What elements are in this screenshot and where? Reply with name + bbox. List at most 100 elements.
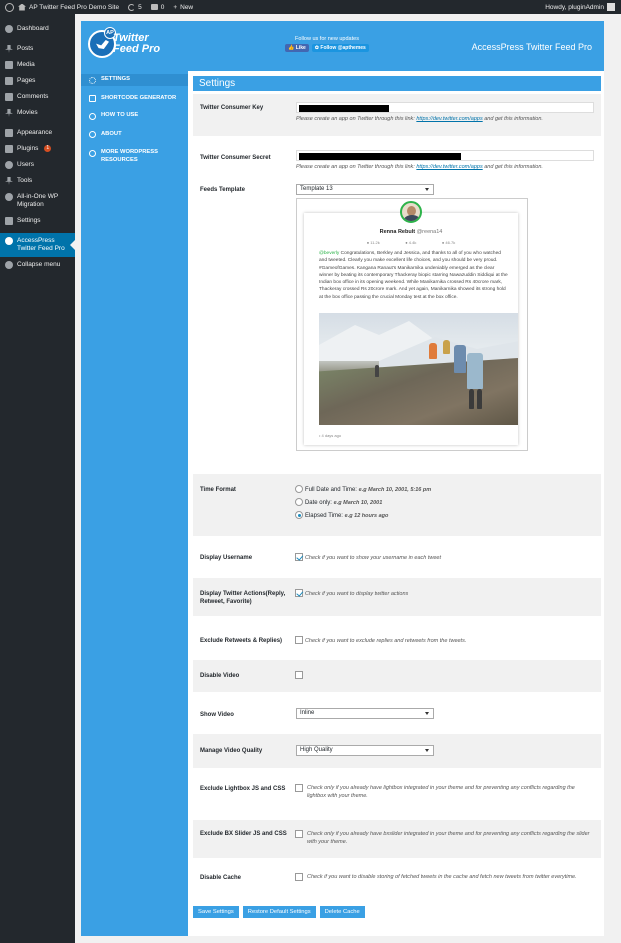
logo-text: Twitter Feed Pro xyxy=(113,33,160,55)
video-quality-select[interactable]: High Quality xyxy=(296,745,434,756)
time-option-elapsed[interactable]: Elapsed Time: e.g 12 hours ago xyxy=(295,511,431,524)
show-video-row: Show Video Inline xyxy=(193,700,601,730)
display-actions-label: Display Twitter Actions(Reply, Retweet, … xyxy=(200,591,286,605)
tab-label: Shortcode Generator xyxy=(101,94,177,101)
sidebar-item-appearance[interactable]: Appearance xyxy=(0,125,75,141)
comments-icon xyxy=(150,4,158,10)
consumer-secret-label: Twitter Consumer Secret xyxy=(200,155,271,161)
exclude-bxslider-checkbox[interactable] xyxy=(295,830,303,838)
site-name: AP Twitter Feed Pro Demo Site xyxy=(29,3,120,11)
sidebar-item-migration[interactable]: All-in-One WP Migration xyxy=(0,189,75,213)
tab-how-to-use[interactable]: How to use xyxy=(81,112,188,120)
exclude-retweets-checkbox[interactable] xyxy=(295,636,303,644)
facebook-like-button[interactable]: 👍 Like xyxy=(285,44,309,52)
sidebar-item-tools[interactable]: Tools xyxy=(0,173,75,189)
display-username-row: Display Username Check if you want to sh… xyxy=(193,544,601,574)
consumer-secret-input[interactable] xyxy=(296,150,594,161)
wordpress-logo-icon[interactable] xyxy=(0,0,18,14)
plugin-logo: AP Twitter Feed Pro xyxy=(88,27,168,66)
collapse-icon xyxy=(5,261,13,269)
disable-cache-row: Disable Cache Check if you want to disab… xyxy=(193,864,601,904)
sidebar-item-posts[interactable]: Posts xyxy=(0,41,75,57)
feeds-template-label: Feeds Template xyxy=(200,187,245,193)
sidebar-item-pages[interactable]: Pages xyxy=(0,73,75,89)
updates-icon xyxy=(128,3,136,11)
twitter-follow-button[interactable]: ✿ Follow @apthemes xyxy=(311,44,369,52)
tab-settings[interactable]: Settings xyxy=(81,74,188,86)
tab-more-resources[interactable]: More WordPress Resources xyxy=(81,149,188,164)
media-icon xyxy=(5,61,13,69)
sidebar-item-label: All-in-One WP Migration xyxy=(17,193,59,208)
new-content-link[interactable]: + New xyxy=(173,4,193,11)
display-username-checkbox[interactable] xyxy=(295,553,303,561)
sidebar-item-media[interactable]: Media xyxy=(0,57,75,73)
account-menu[interactable]: Howdy, pluginAdmin xyxy=(545,3,615,11)
redacted-value xyxy=(299,153,461,160)
sidebar-item-label: Comments xyxy=(17,93,49,100)
pin-icon xyxy=(5,45,13,53)
consumer-key-label: Twitter Consumer Key xyxy=(200,105,264,111)
avatar xyxy=(400,201,422,223)
consumer-key-row: Twitter Consumer Key Please create an ap… xyxy=(193,94,601,136)
consumer-key-hint: Please create an app on Twitter through … xyxy=(296,116,543,122)
disable-video-row: Disable Video xyxy=(193,660,601,692)
sidebar-item-label: Appearance xyxy=(17,129,53,136)
tweet-time: • 4 days ago xyxy=(319,433,342,438)
time-radio-elapsed[interactable] xyxy=(295,511,303,519)
admin-sidebar: Dashboard Posts Media Pages Comments Mov… xyxy=(0,14,75,943)
time-format-label: Time Format xyxy=(200,487,236,493)
sidebar-item-label: Plugins xyxy=(17,145,39,152)
exclude-lightbox-row: Exclude Lightbox JS and CSS Check only i… xyxy=(193,774,601,814)
redacted-value xyxy=(299,105,389,112)
sidebar-item-label: Posts xyxy=(17,45,34,52)
updates-link[interactable]: 5 xyxy=(128,3,142,11)
restore-defaults-button[interactable]: Restore Default Settings xyxy=(242,906,316,918)
disable-cache-checkbox[interactable] xyxy=(295,873,303,881)
disable-video-checkbox[interactable] xyxy=(295,671,303,679)
tab-label: How to use xyxy=(101,112,139,118)
sidebar-item-movies[interactable]: Movies xyxy=(0,105,75,121)
feeds-template-select[interactable]: Template 13 xyxy=(296,184,434,195)
time-radio-full[interactable] xyxy=(295,485,303,493)
sidebar-item-users[interactable]: Users xyxy=(0,157,75,173)
twitter-apps-link[interactable]: https://dev.twitter.com/apps xyxy=(416,164,482,170)
pages-icon xyxy=(5,77,13,85)
sidebar-item-plugins[interactable]: Plugins 1 xyxy=(0,141,75,157)
plugin-banner: AP Twitter Feed Pro Follow us for new up… xyxy=(81,21,604,71)
sidebar-item-comments[interactable]: Comments xyxy=(0,89,75,105)
site-name-link[interactable]: AP Twitter Feed Pro Demo Site xyxy=(18,3,120,11)
sidebar-item-twitter-feed-pro[interactable]: AccessPress Twitter Feed Pro xyxy=(0,233,75,257)
sidebar-item-label: Pages xyxy=(17,77,36,84)
tweet-photo xyxy=(319,313,518,425)
video-quality-row: Manage Video Quality High Quality xyxy=(193,734,601,768)
save-settings-button[interactable]: Save Settings xyxy=(193,906,239,918)
tools-icon xyxy=(5,177,13,185)
time-option-full[interactable]: Full Date and Time: e.g March 10, 2001, … xyxy=(295,485,431,498)
code-icon xyxy=(89,95,96,102)
consumer-secret-hint: Please create an app on Twitter through … xyxy=(296,164,543,170)
twitter-apps-link[interactable]: https://dev.twitter.com/apps xyxy=(416,116,482,122)
time-option-date[interactable]: Date only: e.g March 10, 2001 xyxy=(295,498,431,511)
tab-about[interactable]: About xyxy=(81,131,188,138)
show-video-select[interactable]: Inline xyxy=(296,708,434,719)
exclude-retweets-row: Exclude Retweets & Replies) Check if you… xyxy=(193,628,601,656)
template-preview: Renna Rebult @reena14 ● 11.2k ● 4.4k ● 4… xyxy=(296,198,528,451)
consumer-key-input[interactable] xyxy=(296,102,594,113)
sidebar-item-label: AccessPress Twitter Feed Pro xyxy=(17,237,65,252)
sidebar-item-label: Users xyxy=(17,161,34,168)
banner-title: AccessPress Twitter Feed Pro xyxy=(471,42,592,52)
delete-cache-button[interactable]: Delete Cache xyxy=(319,906,365,918)
exclude-lightbox-hint: Check only if you already have lightbox … xyxy=(307,785,575,799)
exclude-retweets-label: Exclude Retweets & Replies) xyxy=(200,638,283,644)
wordpress-icon xyxy=(89,149,96,157)
tab-shortcode-generator[interactable]: Shortcode Generator xyxy=(81,94,188,102)
disable-cache-hint: Check if you want to disable storing of … xyxy=(307,874,577,880)
collapse-menu-button[interactable]: Collapse menu xyxy=(0,257,75,273)
exclude-lightbox-checkbox[interactable] xyxy=(295,784,303,792)
settings-icon xyxy=(5,217,13,225)
sidebar-item-dashboard[interactable]: Dashboard xyxy=(0,21,75,37)
comments-link[interactable]: 0 xyxy=(150,4,164,11)
sidebar-item-settings[interactable]: Settings xyxy=(0,213,75,229)
display-actions-checkbox[interactable] xyxy=(295,589,303,597)
time-radio-date[interactable] xyxy=(295,498,303,506)
